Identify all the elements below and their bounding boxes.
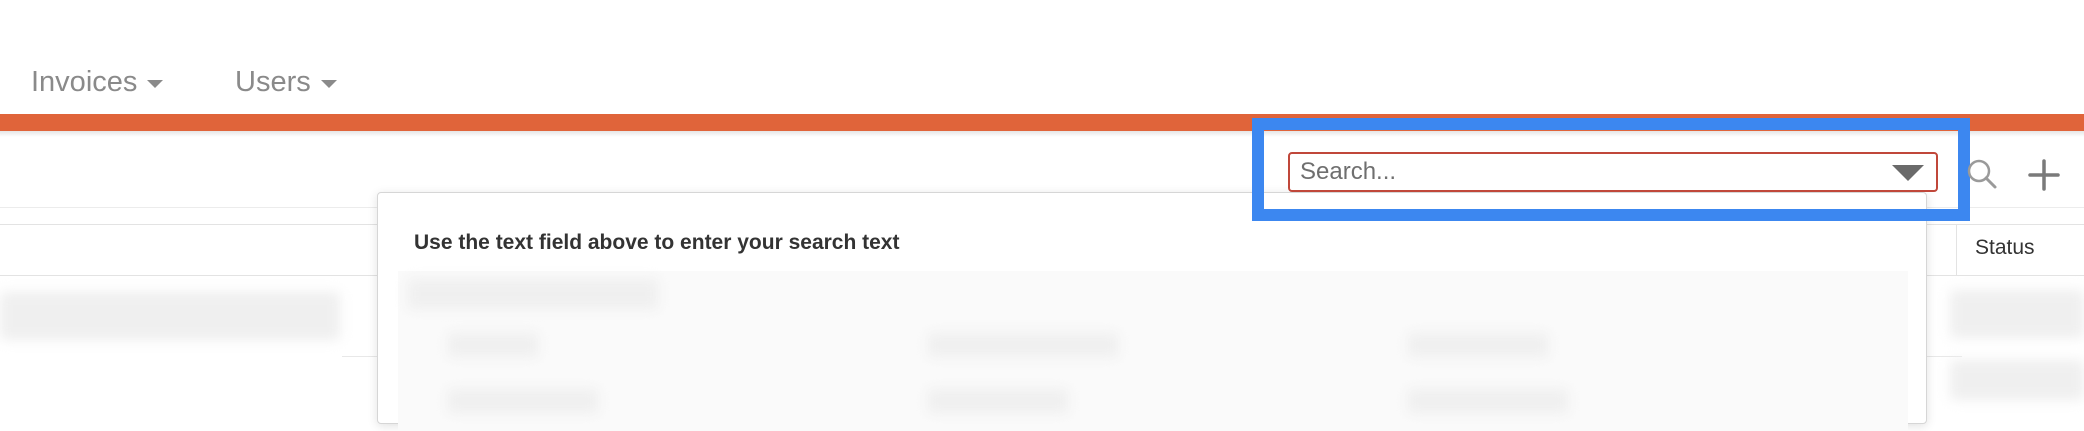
blurred-status-cell xyxy=(1950,290,2084,338)
blurred-result-item xyxy=(928,333,1118,357)
dropdown-arrow-icon[interactable] xyxy=(1892,165,1924,181)
chevron-down-icon xyxy=(147,80,164,88)
top-nav: Invoices Users xyxy=(0,0,2084,114)
nav-item-users[interactable]: Users xyxy=(235,60,337,104)
search-popover: Use the text field above to enter your s… xyxy=(377,192,1927,431)
nav-item-label: Invoices xyxy=(31,65,138,98)
blurred-result-heading xyxy=(408,279,658,309)
blurred-result-item xyxy=(448,389,598,413)
accent-bar xyxy=(0,114,2084,131)
column-divider xyxy=(1956,224,1957,276)
plus-icon[interactable] xyxy=(2024,155,2064,195)
blurred-result-item xyxy=(448,333,538,357)
blurred-result-item xyxy=(1408,333,1548,357)
blurred-row-content xyxy=(0,292,340,340)
column-header-status[interactable]: Status xyxy=(1975,236,2035,260)
nav-item-label: Users xyxy=(235,65,311,98)
search-hint-text: Use the text field above to enter your s… xyxy=(414,231,900,254)
nav-item-invoices[interactable]: Invoices xyxy=(31,60,164,104)
search-input[interactable] xyxy=(1290,154,1882,190)
search-icon[interactable] xyxy=(1962,155,2002,195)
blurred-result-item xyxy=(1408,389,1568,413)
blurred-result-item xyxy=(928,389,1068,413)
blurred-status-cell xyxy=(1950,360,2084,400)
chevron-down-icon xyxy=(320,80,337,88)
popover-results-area xyxy=(398,271,1908,431)
search-field[interactable] xyxy=(1288,152,1938,192)
